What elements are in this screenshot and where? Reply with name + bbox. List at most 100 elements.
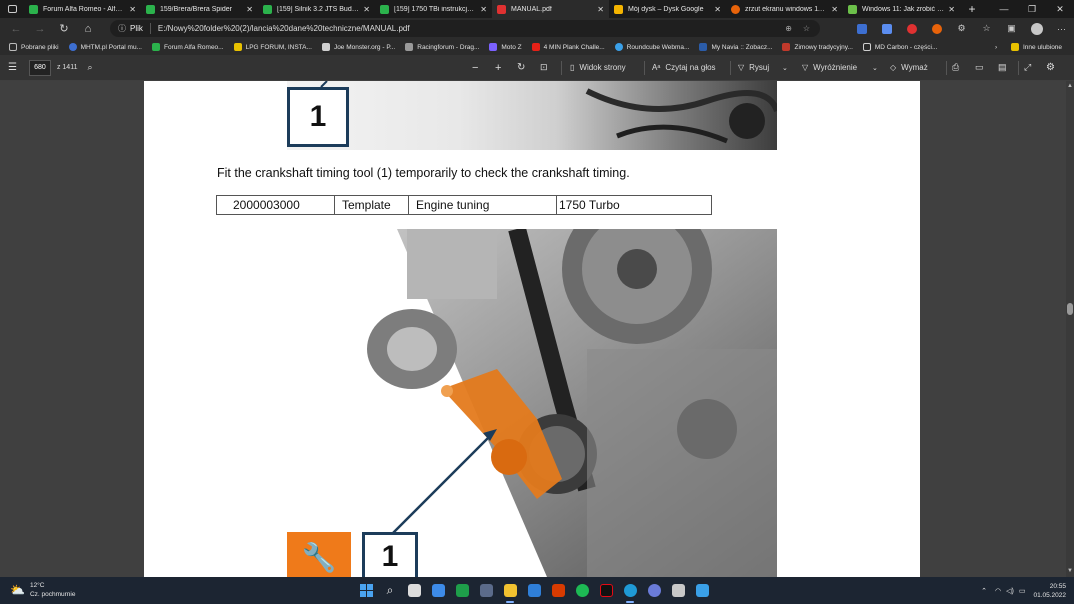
close-icon[interactable]: ✕ [363, 5, 370, 14]
bookmark-plank[interactable]: 4 MIN Plank Challe... [527, 43, 610, 51]
fullscreen-icon[interactable]: ⤢ [1024, 62, 1031, 73]
bookmark-pobrane[interactable]: Pobrane pliki [4, 43, 64, 51]
close-icon[interactable]: ✕ [714, 5, 721, 14]
bookmark-joe-monster[interactable]: Joe Monster.org - P... [317, 43, 400, 51]
erase-button[interactable]: ◇ Wymaż [890, 63, 928, 72]
page-number-input[interactable]: 680 [28, 59, 51, 76]
clock[interactable]: 20:55 01.05.2022 [1033, 582, 1066, 600]
fit-page-icon[interactable]: ⊡ [540, 62, 548, 73]
pdf-viewer[interactable]: 1 Fit the crankshaft timing tool (1) tem… [0, 81, 1074, 577]
favorite-star-icon[interactable]: ☆ [803, 24, 810, 33]
chevron-up-icon[interactable]: ⌃ [981, 587, 987, 595]
close-icon[interactable]: ✕ [948, 5, 955, 14]
minimize-button[interactable]: — [990, 0, 1018, 18]
spotify-icon[interactable] [570, 577, 594, 604]
tab-actions-icon[interactable] [0, 0, 24, 18]
rotate-icon[interactable]: ↻ [517, 62, 525, 73]
highlight-button[interactable]: ▽ Wyróżnienie [802, 63, 857, 72]
snipping-tool-icon[interactable] [690, 577, 714, 604]
tab-silnik-jts[interactable]: [159] Silnik 3.2 JTS Budowa ✕ [258, 0, 375, 18]
wifi-icon[interactable]: ◠ [995, 587, 1001, 595]
extension-icon[interactable] [874, 18, 899, 39]
office-app-icon[interactable] [546, 577, 570, 604]
info-icon[interactable]: ⓘ [118, 23, 126, 34]
start-button[interactable] [354, 577, 378, 604]
bookmark-moto-z[interactable]: Moto Z [484, 43, 526, 51]
task-view-icon[interactable] [402, 577, 426, 604]
zoom-icon[interactable]: ⊕ [785, 24, 792, 33]
draw-button[interactable]: ▽ Rysuj [738, 63, 769, 72]
read-aloud-button[interactable]: Aᵃ Czytaj na głos [652, 63, 716, 72]
search-icon[interactable]: ⌕ [378, 577, 402, 604]
bookmark-forum-alfa[interactable]: Forum Alfa Romeo... [147, 43, 229, 51]
bookmark-inne-ulubione[interactable]: Inne ulubione [1006, 43, 1067, 51]
netflix-icon[interactable] [594, 577, 618, 604]
speaker-icon[interactable]: ◁) [1006, 587, 1014, 595]
scroll-up-arrow-icon[interactable]: ▲ [1067, 83, 1073, 89]
save-icon[interactable]: ▭ [975, 62, 984, 73]
store-app-icon[interactable] [522, 577, 546, 604]
bookmark-my-navia[interactable]: My Navia :: Zobacz... [694, 43, 777, 51]
close-icon[interactable]: ✕ [129, 5, 136, 14]
close-icon[interactable]: ✕ [831, 5, 838, 14]
bookmark-label: Moto Z [501, 43, 522, 51]
tab-windows-11[interactable]: Windows 11: Jak zrobić zrz ✕ [843, 0, 960, 18]
more-menu-icon[interactable]: ··· [1049, 18, 1074, 39]
tab-google-drive[interactable]: Mój dysk – Dysk Google ✕ [609, 0, 726, 18]
extension-icon[interactable] [849, 18, 874, 39]
close-window-button[interactable]: ✕ [1046, 0, 1074, 18]
bookmark-mhtm[interactable]: MHTM.pl Portal mu... [64, 43, 147, 51]
bookmark-favicon-icon [614, 43, 623, 51]
tab-forum-alfa[interactable]: Forum Alfa Romeo - Alfaho ✕ [24, 0, 141, 18]
print-icon[interactable]: ⎙ [952, 62, 959, 73]
scrollbar-thumb[interactable] [1067, 303, 1073, 315]
more-bookmarks-chevron-icon[interactable]: › [990, 44, 1002, 51]
bookmark-zimowy[interactable]: Zimowy tradycyjny... [777, 43, 857, 51]
bookmark-lpg-forum[interactable]: LPG FORUM, INSTA... [229, 43, 317, 51]
close-icon[interactable]: ✕ [480, 5, 487, 14]
close-icon[interactable]: ✕ [246, 5, 253, 14]
draw-chevron-down-icon[interactable]: ⌄ [782, 64, 788, 72]
contents-icon[interactable]: ☰ [8, 62, 17, 73]
zoom-in-button[interactable]: + [495, 62, 501, 74]
weather-widget[interactable]: ⛅ 12°C Cz. pochmurnie [10, 581, 75, 599]
battery-icon[interactable]: ▭ [1019, 587, 1026, 595]
new-tab-button[interactable]: + [960, 0, 984, 18]
bookmark-roundcube[interactable]: Roundcube Webma... [610, 43, 695, 51]
extension-icon[interactable] [899, 18, 924, 39]
extension-icon[interactable] [924, 18, 949, 39]
page-view-button[interactable]: ▯ Widok strony [570, 63, 626, 72]
chat-app-icon[interactable] [642, 577, 666, 604]
search-icon[interactable]: ⌕ [87, 62, 92, 73]
profile-avatar[interactable] [1024, 18, 1049, 39]
tab-1750-tbi[interactable]: [159] 1750 TBi instrukcja w ✕ [375, 0, 492, 18]
restore-button[interactable]: ❐ [1018, 0, 1046, 18]
tab-manual-pdf[interactable]: MANUAL.pdf ✕ [492, 0, 609, 18]
refresh-button[interactable]: ↻ [52, 18, 76, 39]
edge-browser-icon[interactable] [618, 577, 642, 604]
extensions-puzzle-icon[interactable]: ⚙ [949, 18, 974, 39]
save-as-icon[interactable]: ▤ [998, 62, 1007, 73]
widgets-icon[interactable] [426, 577, 450, 604]
vertical-scrollbar[interactable]: ▲ ▼ [1066, 81, 1074, 577]
back-button[interactable]: ← [4, 18, 28, 39]
tab-159-brera[interactable]: 159/Brera/Brera Spider ✕ [141, 0, 258, 18]
forward-button[interactable]: → [28, 18, 52, 39]
close-icon[interactable]: ✕ [597, 5, 604, 14]
tab-zrzut-ekranu[interactable]: zrzut ekranu windows 11 a ✕ [726, 0, 843, 18]
bookmark-racingforum[interactable]: Racingforum - Drag... [400, 43, 484, 51]
highlight-chevron-down-icon[interactable]: ⌄ [872, 64, 878, 72]
scroll-down-arrow-icon[interactable]: ▼ [1067, 568, 1073, 574]
file-explorer-icon[interactable] [498, 577, 522, 604]
address-bar[interactable]: ⓘ Plik E:/Nowy%20folder%20(2)/lancia%20d… [110, 20, 820, 37]
gear-icon[interactable]: ⚙ [1046, 62, 1055, 73]
favorites-icon[interactable]: ☆ [974, 18, 999, 39]
home-button[interactable]: ⌂ [76, 18, 100, 39]
collections-icon[interactable]: ▣ [999, 18, 1024, 39]
bookmark-md-carbon[interactable]: MD Carbon - części... [858, 43, 943, 51]
xbox-app-icon[interactable] [450, 577, 474, 604]
keyboard-app-icon[interactable] [666, 577, 690, 604]
calculator-app-icon[interactable] [474, 577, 498, 604]
url-text[interactable]: E:/Nowy%20folder%20(2)/lancia%20dane%20t… [158, 24, 410, 33]
zoom-out-button[interactable]: − [472, 62, 478, 74]
